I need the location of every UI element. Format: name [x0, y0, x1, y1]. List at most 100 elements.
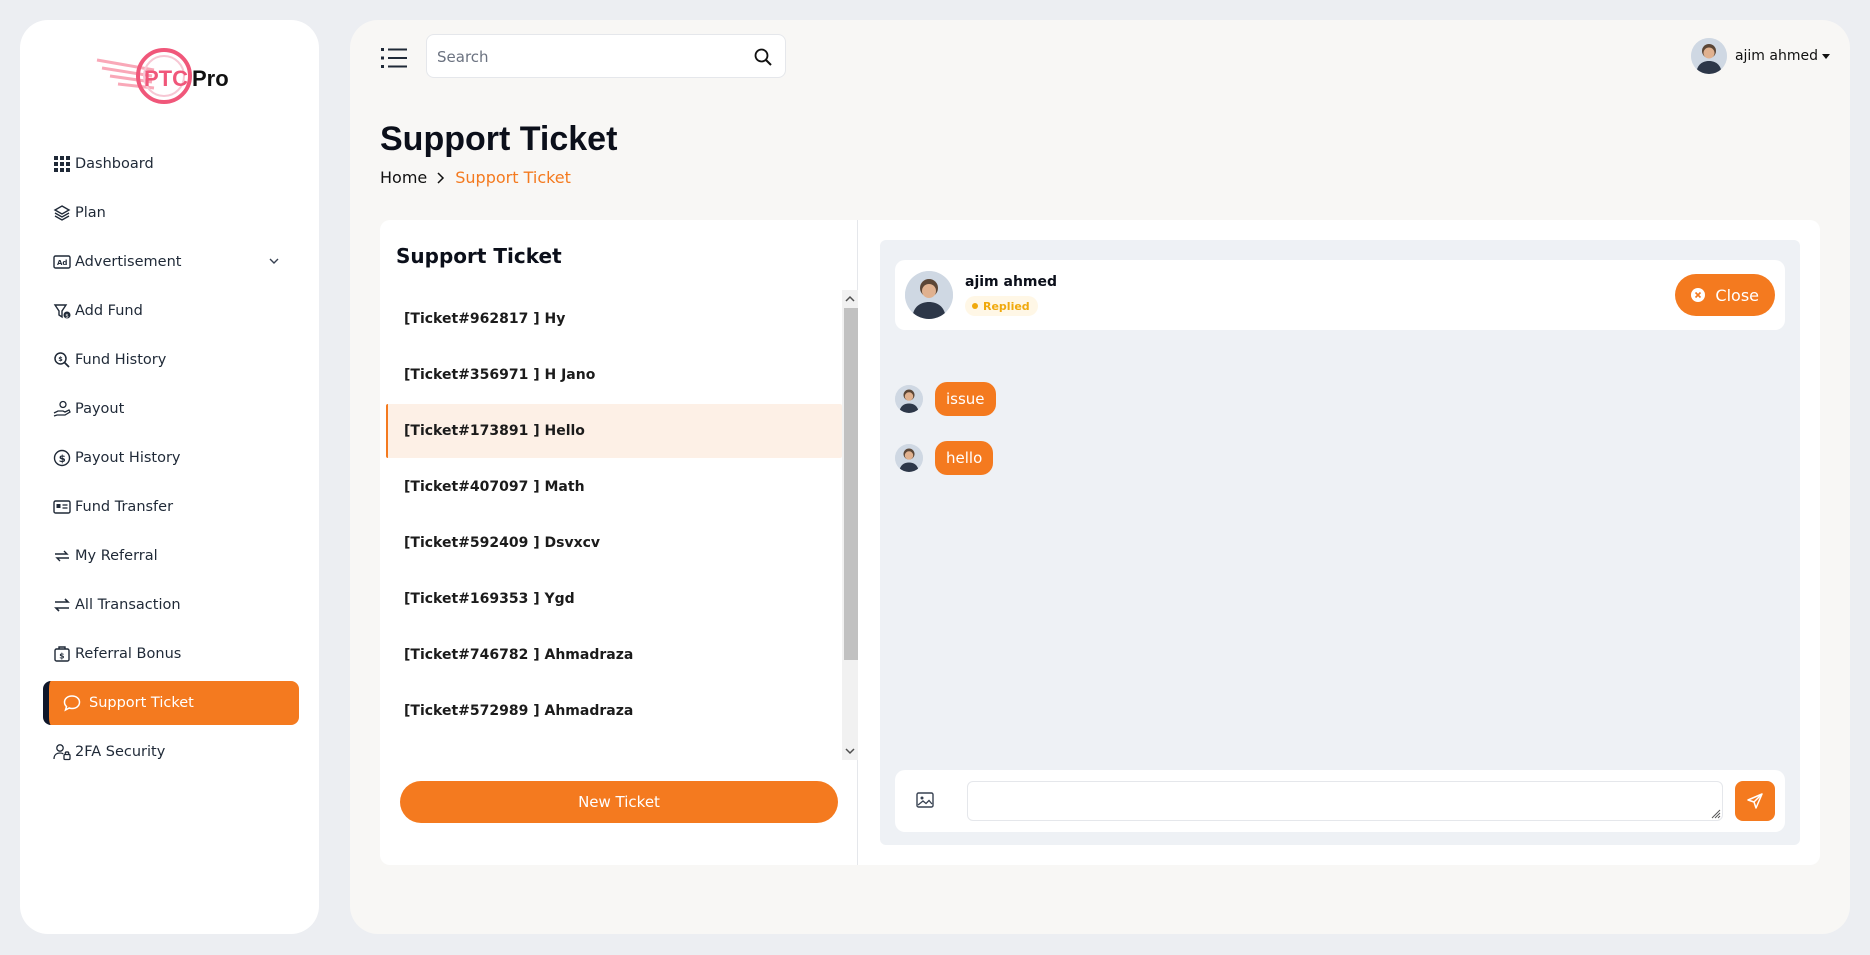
avatar: [905, 271, 953, 319]
support-card: Support Ticket [Ticket#962817 ] Hy [Tick…: [380, 220, 1820, 865]
avatar: [895, 444, 923, 472]
sidebar-item-plan[interactable]: Plan: [43, 191, 299, 235]
ticket-item[interactable]: [Ticket#169353 ] Ygd: [386, 572, 842, 626]
message-composer: [895, 770, 1785, 832]
close-ticket-button[interactable]: Close: [1675, 274, 1775, 316]
search-icon[interactable]: [753, 47, 773, 67]
dollar-circle-icon: $: [53, 449, 71, 467]
sidebar-item-label: Referral Bonus: [75, 646, 182, 662]
message-bubble: issue: [935, 382, 996, 416]
ticket-item[interactable]: [Ticket#592409 ] Dsvxcv: [386, 516, 842, 570]
transfer-card-icon: [53, 500, 71, 514]
ticket-list: [Ticket#962817 ] Hy [Ticket#356971 ] H J…: [386, 290, 842, 738]
message-input[interactable]: [967, 781, 1723, 821]
scroll-up-icon[interactable]: [845, 294, 855, 304]
chevron-down-icon[interactable]: [267, 254, 281, 268]
svg-text:$: $: [59, 652, 64, 661]
sidebar-item-label: Payout: [75, 401, 125, 417]
sidebar-item-label: Plan: [75, 205, 106, 221]
close-circle-icon: [1691, 288, 1706, 302]
user-name: ajim ahmed: [1734, 48, 1818, 64]
add-fund-icon: $: [53, 304, 71, 319]
sidebar-item-label: Fund Transfer: [75, 499, 174, 515]
chat-message: issue: [895, 382, 996, 416]
svg-text:$: $: [58, 355, 63, 363]
ticket-list-title: Support Ticket: [396, 244, 562, 268]
status-dot-icon: [972, 303, 978, 309]
ptcpro-logo: PTC Pro: [96, 48, 229, 104]
user-menu[interactable]: ajim ahmed: [1690, 36, 1830, 76]
fund-history-icon: $: [54, 352, 70, 368]
bonus-icon: $: [54, 646, 70, 662]
sidebar-item-payout-history[interactable]: $ Payout History: [43, 436, 299, 480]
main-panel: ajim ahmed Support Ticket Home Support T…: [350, 20, 1850, 934]
sidebar-item-advertisement[interactable]: Ad Advertisement: [43, 240, 299, 284]
sidebar-item-label: Fund History: [75, 352, 167, 368]
sidebar-item-payout[interactable]: Payout: [43, 387, 299, 431]
svg-text:Ad: Ad: [57, 259, 67, 267]
sidebar-item-label: My Referral: [75, 548, 158, 564]
sidebar-menu: Dashboard Plan Ad Advertisement $ Add Fu…: [43, 142, 299, 779]
grid-icon: [54, 156, 70, 172]
avatar: [1690, 38, 1727, 74]
status-badge: Replied: [965, 296, 1038, 316]
ticket-item[interactable]: [Ticket#746782 ] Ahmadraza: [386, 628, 842, 682]
send-button[interactable]: [1735, 781, 1775, 821]
ticket-item[interactable]: [Ticket#356971 ] H Jano: [386, 348, 842, 402]
sidebar-item-dashboard[interactable]: Dashboard: [43, 142, 299, 186]
caret-down-icon: [1822, 53, 1830, 59]
image-upload-icon[interactable]: [915, 790, 935, 810]
new-ticket-button[interactable]: New Ticket: [400, 781, 838, 823]
sidebar-item-label: 2FA Security: [75, 744, 166, 760]
payout-icon: [53, 400, 71, 417]
scrollbar-thumb[interactable]: [844, 308, 858, 660]
status-label: Replied: [983, 299, 1030, 313]
chat-message: hello: [895, 441, 994, 475]
close-label: Close: [1715, 285, 1759, 305]
send-icon: [1747, 793, 1763, 809]
sidebar-item-all-transaction[interactable]: All Transaction: [43, 583, 299, 627]
ad-icon: Ad: [53, 255, 71, 269]
chevron-right-icon: [437, 171, 445, 184]
layers-icon: [53, 205, 71, 221]
sidebar-item-label: Payout History: [75, 450, 181, 466]
sidebar: PTC Pro Dashboard Plan Ad Advertisement …: [20, 20, 319, 934]
breadcrumb-home[interactable]: Home: [380, 168, 427, 187]
ticket-item[interactable]: [Ticket#962817 ] Hy: [386, 292, 842, 346]
scroll-down-icon[interactable]: [845, 746, 855, 756]
sidebar-item-2fa-security[interactable]: 2FA Security: [43, 730, 299, 774]
svg-text:$: $: [59, 454, 66, 465]
sidebar-item-fund-history[interactable]: $ Fund History: [43, 338, 299, 382]
page-title: Support Ticket: [380, 120, 618, 158]
sidebar-item-fund-transfer[interactable]: Fund Transfer: [43, 485, 299, 529]
sidebar-item-referral-bonus[interactable]: $ Referral Bonus: [43, 632, 299, 676]
referral-icon: [55, 550, 69, 562]
menu-toggle-icon[interactable]: [380, 44, 408, 72]
chat-user-name: ajim ahmed: [965, 274, 1058, 290]
ticket-item[interactable]: [Ticket#572989 ] Ahmadraza: [386, 684, 842, 738]
message-bubble: hello: [935, 441, 994, 475]
breadcrumb-current: Support Ticket: [455, 168, 571, 187]
sidebar-item-label: Add Fund: [75, 303, 143, 319]
breadcrumb: Home Support Ticket: [380, 168, 571, 187]
ticket-item[interactable]: [Ticket#407097 ] Math: [386, 460, 842, 514]
ticket-list-panel: Support Ticket [Ticket#962817 ] Hy [Tick…: [380, 220, 858, 865]
svg-text:$: $: [65, 313, 69, 319]
search-input[interactable]: [437, 45, 737, 69]
sidebar-item-support-ticket[interactable]: Support Ticket: [43, 681, 299, 725]
logo-text: Pro: [192, 66, 229, 91]
ticket-list-scrollbar[interactable]: [842, 290, 858, 760]
chat-icon: [63, 695, 81, 712]
chat-panel: ajim ahmed Replied Close issue hello: [880, 240, 1800, 845]
sidebar-item-label: All Transaction: [75, 597, 181, 613]
logo-accent-text: PTC: [144, 66, 188, 91]
resize-grip-icon[interactable]: [1711, 809, 1721, 819]
ticket-item-active[interactable]: [Ticket#173891 ] Hello: [386, 404, 842, 458]
sidebar-item-label: Support Ticket: [89, 695, 194, 711]
search-box: [426, 34, 786, 78]
sidebar-item-add-fund[interactable]: $ Add Fund: [43, 289, 299, 333]
sidebar-item-label: Dashboard: [75, 156, 154, 172]
sidebar-item-my-referral[interactable]: My Referral: [43, 534, 299, 578]
user-lock-icon: [53, 744, 71, 761]
avatar: [895, 385, 923, 413]
